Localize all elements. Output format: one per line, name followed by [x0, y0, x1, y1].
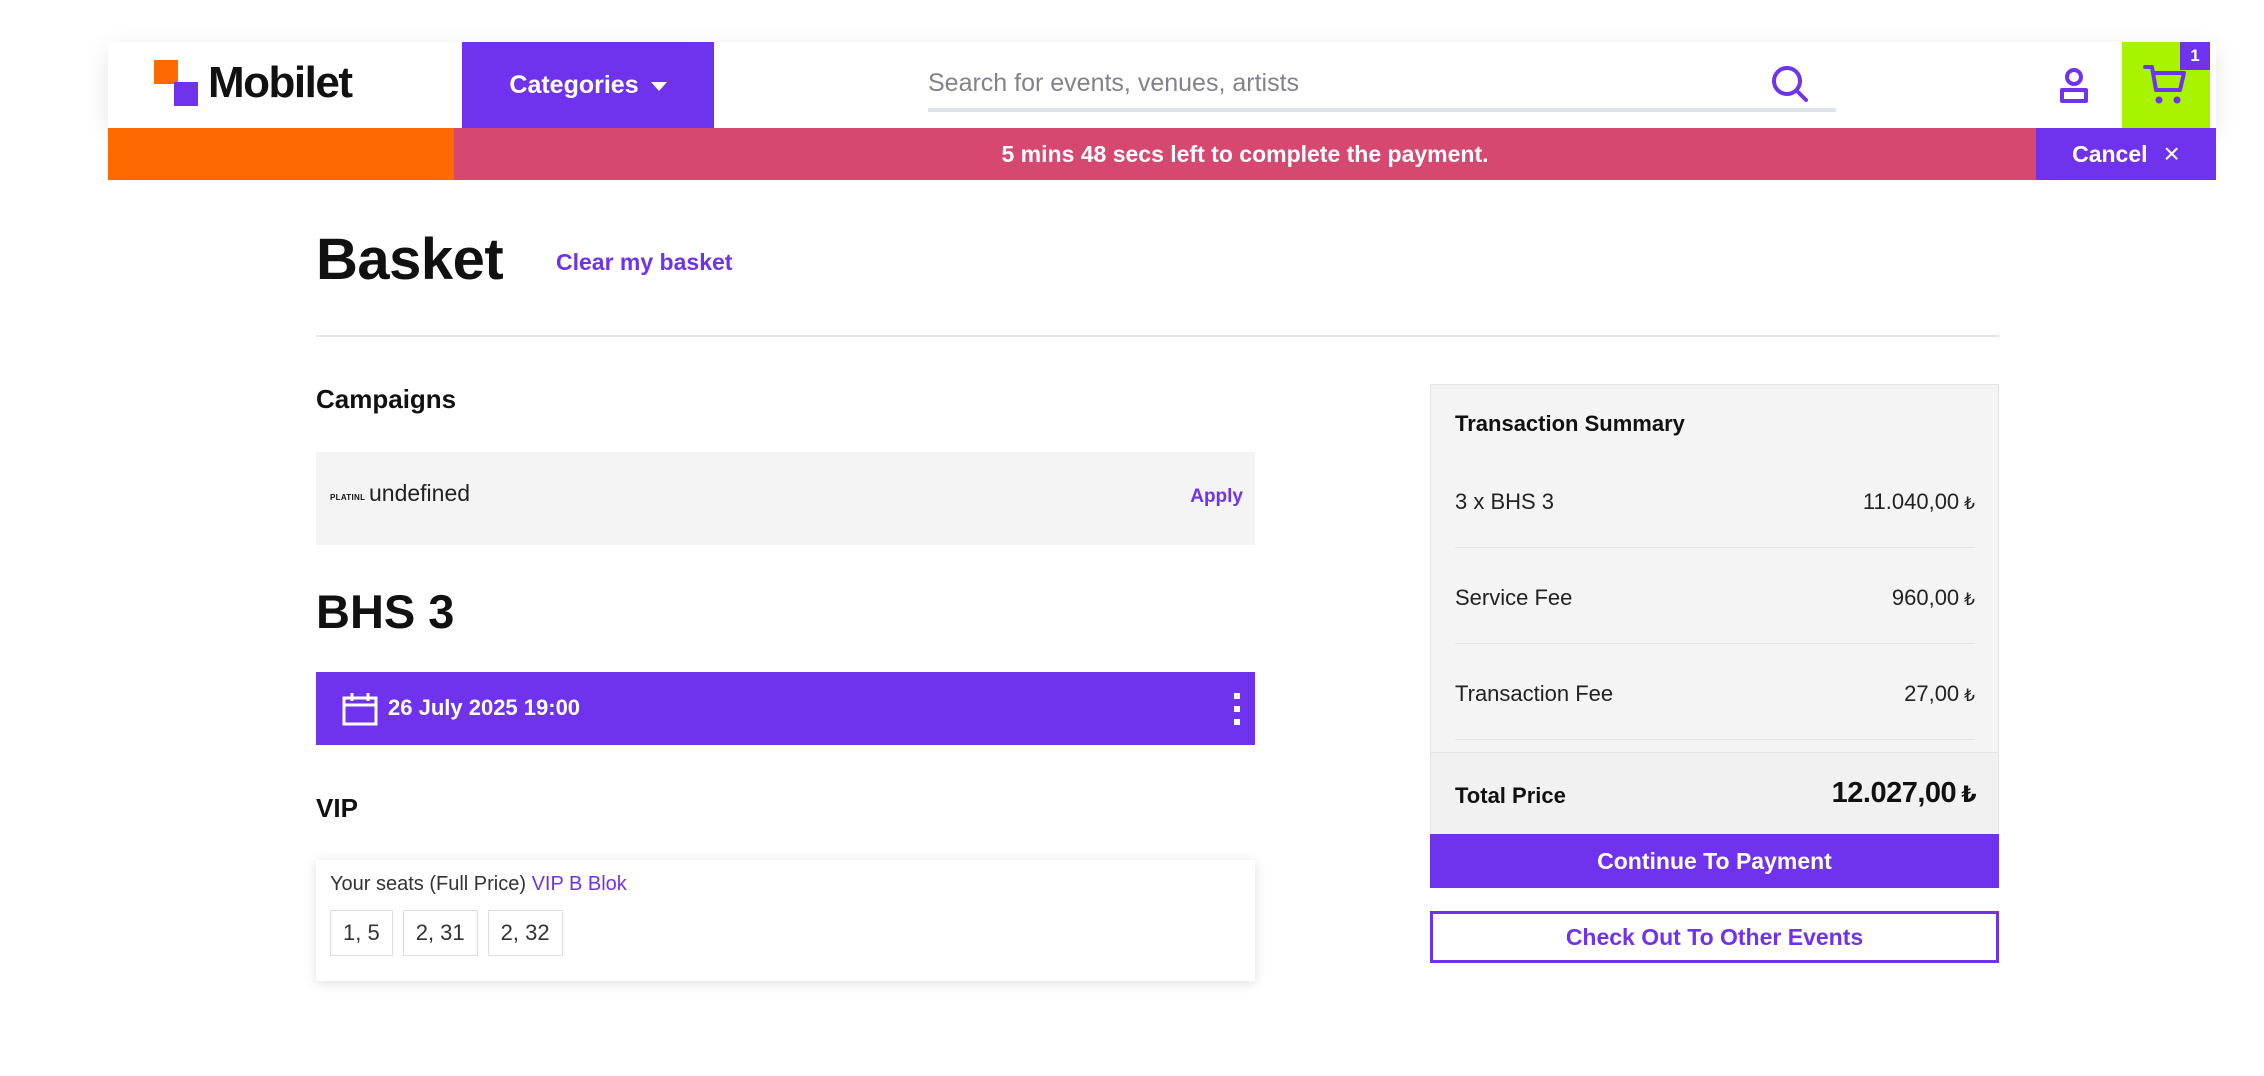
cancel-label: Cancel [2072, 140, 2148, 167]
categories-button[interactable]: Categories [462, 42, 714, 128]
cart-button[interactable]: 1 [2122, 42, 2210, 128]
summary-row-value: 11.040,00 ₺ [1862, 489, 1975, 514]
summary-row-value: 27,00 ₺ [1904, 681, 1975, 706]
user-icon[interactable] [2054, 66, 2094, 106]
apply-campaign-button[interactable]: Apply [1190, 486, 1243, 508]
lira-symbol: ₺ [1964, 590, 1975, 609]
seats-prefix: Your seats (Full Price) [330, 873, 526, 895]
divider [316, 335, 1999, 337]
event-date-bar: 26 July 2025 19:00 [316, 672, 1255, 745]
campaign-item: PLATINL undefined Apply [316, 452, 1255, 545]
calendar-icon [342, 693, 378, 726]
chevron-down-icon [650, 82, 667, 91]
checkout-other-events-button[interactable]: Check Out To Other Events [1430, 911, 1999, 963]
platin-logo: PLATINL [330, 493, 366, 502]
summary-title: Transaction Summary [1455, 411, 1685, 436]
continue-to-payment-button[interactable]: Continue To Payment [1430, 834, 1999, 888]
total-label: Total Price [1455, 783, 1566, 808]
seat-chip: 2, 32 [487, 910, 563, 956]
search-input[interactable] [928, 58, 1836, 112]
ticket-type-title: VIP [316, 793, 358, 823]
summary-row: Transaction Fee 27,00 ₺ [1455, 643, 1975, 740]
summary-row-label: Service Fee [1455, 585, 1573, 610]
mobilet-logo[interactable]: Mobilet [154, 58, 353, 108]
categories-label: Categories [509, 70, 639, 99]
clear-basket-link[interactable]: Clear my basket [556, 249, 732, 276]
timer-progress [108, 128, 454, 180]
lira-symbol: ₺ [1964, 686, 1975, 705]
lira-symbol: ₺ [1961, 782, 1976, 807]
total-value: 12.027,00 ₺ [1831, 777, 1977, 809]
site-header: Mobilet Categories 1 [108, 42, 2216, 128]
cancel-button[interactable]: Cancel × [2036, 128, 2216, 180]
summary-row: Service Fee 960,00 ₺ [1455, 547, 1975, 644]
seats-label: Your seats (Full Price) VIP B Blok [330, 873, 627, 896]
event-title: BHS 3 [316, 585, 455, 638]
logo-text: Mobilet [208, 58, 353, 107]
close-icon: × [2163, 138, 2180, 169]
cart-count-badge: 1 [2180, 42, 2210, 70]
summary-row-label: Transaction Fee [1455, 681, 1614, 706]
timer-message: 5 mins 48 secs left to complete the paym… [454, 128, 2036, 180]
campaigns-title: Campaigns [316, 384, 457, 414]
campaign-name: undefined [369, 480, 471, 506]
summary-row-label: 3 x BHS 3 [1455, 489, 1555, 514]
total-row: Total Price 12.027,00 ₺ [1431, 752, 1998, 835]
summary-row-value: 960,00 ₺ [1891, 585, 1975, 610]
event-date: 26 July 2025 19:00 [388, 695, 581, 720]
search-icon[interactable] [1768, 62, 1812, 106]
seats-card: Your seats (Full Price) VIP B Blok 1, 5 … [316, 860, 1255, 981]
page-title: Basket [316, 227, 504, 292]
payment-timer-bar: 5 mins 48 secs left to complete the paym… [108, 128, 2216, 180]
seat-chip: 1, 5 [330, 910, 393, 956]
seat-list: 1, 5 2, 31 2, 32 [330, 910, 563, 956]
transaction-summary: Transaction Summary 3 x BHS 3 11.040,00 ₺… [1430, 384, 1999, 835]
more-options-icon[interactable] [1233, 692, 1241, 726]
seats-block: VIP B Blok [531, 873, 627, 895]
lira-symbol: ₺ [1964, 494, 1975, 513]
summary-row: 3 x BHS 3 11.040,00 ₺ [1455, 451, 1975, 548]
seat-chip: 2, 31 [402, 910, 478, 956]
logo-icon [154, 60, 202, 106]
